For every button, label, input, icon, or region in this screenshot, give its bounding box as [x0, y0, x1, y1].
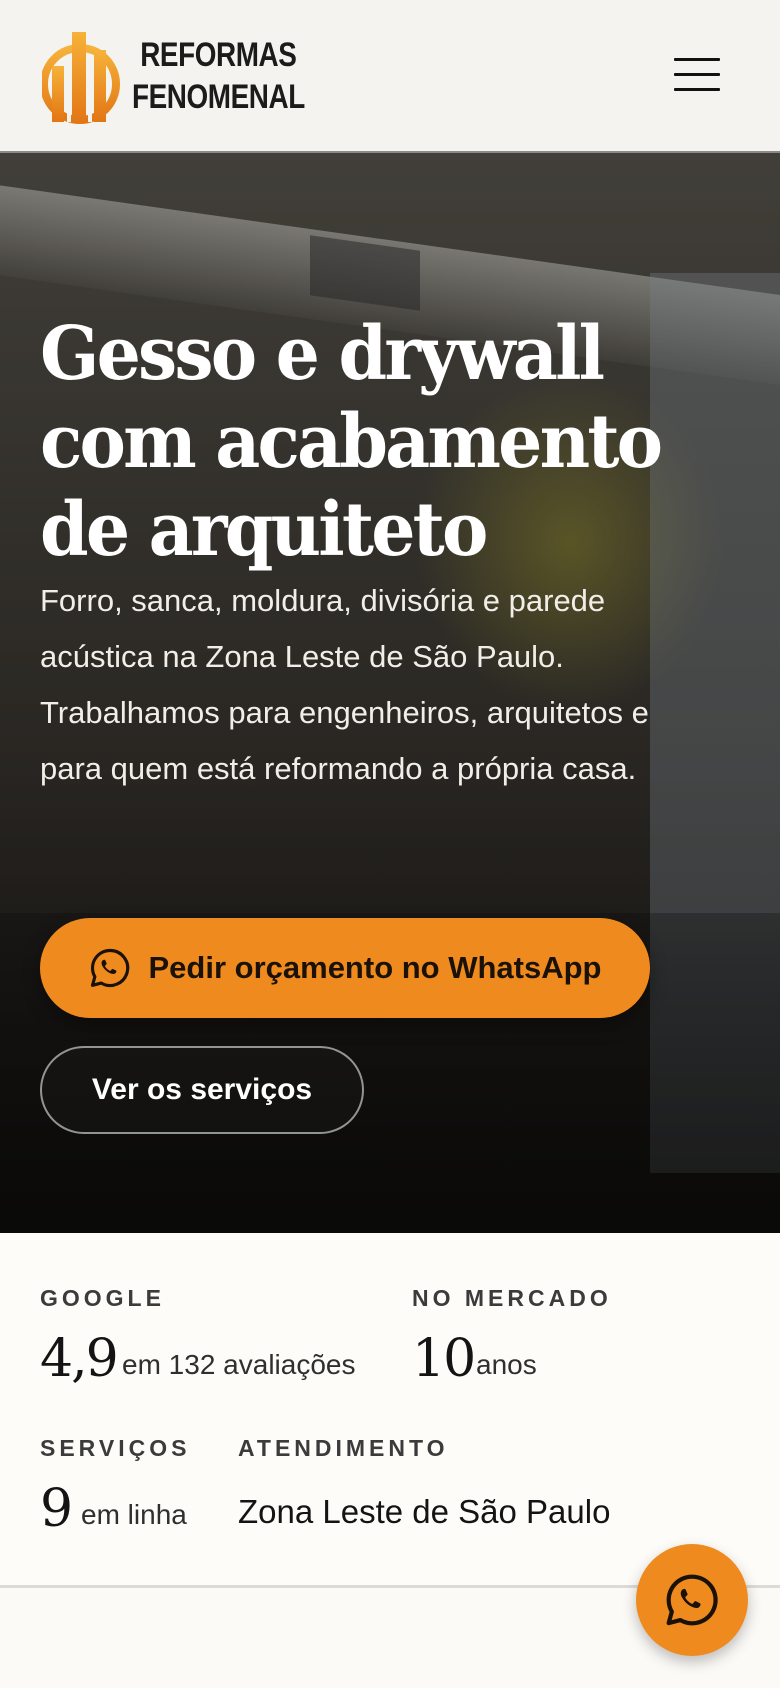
stats-section: GOOGLE 4,9 em 132 avaliações NO MERCADO …: [0, 1233, 780, 1588]
stat-area-label: ATENDIMENTO: [238, 1435, 449, 1461]
whatsapp-quote-button-label: Pedir orçamento no WhatsApp: [148, 950, 602, 985]
brand-name: REFORMAS FENOMENAL: [132, 34, 343, 118]
site-header: REFORMAS FENOMENAL: [0, 0, 780, 153]
whatsapp-icon: [90, 948, 129, 988]
whatsapp-icon: [666, 1574, 718, 1626]
stat-services-suffix: em linha: [81, 1499, 187, 1530]
stat-services-value: 9: [40, 1479, 73, 1539]
stat-services-label: SERVIÇOS: [40, 1435, 191, 1461]
hero-subtitle: Forro, sanca, moldura, divisória e pared…: [40, 583, 649, 786]
brand-logo[interactable]: REFORMAS FENOMENAL: [42, 26, 305, 126]
stat-area-value: Zona Leste de São Paulo: [238, 1493, 611, 1530]
brand-name-line2: FENOMENAL: [132, 78, 305, 116]
stat-google-value: 4,9: [40, 1329, 119, 1389]
stat-google-label: GOOGLE: [40, 1285, 165, 1311]
stat-market-label: NO MERCADO: [412, 1285, 612, 1311]
stat-market-suffix: anos: [476, 1349, 537, 1380]
hero-title-line: de arquiteto: [40, 487, 488, 573]
view-services-button[interactable]: Ver os serviços: [40, 1046, 364, 1134]
brand-name-line1: REFORMAS: [140, 36, 297, 74]
hero-title-line: Gesso e drywall: [40, 311, 605, 397]
stat-google-suffix: em 132 avaliações: [122, 1349, 356, 1380]
hero-title: Gesso e drywall com acabamento de arquit…: [40, 310, 740, 574]
hero-section: Gesso e drywall com acabamento de arquit…: [0, 153, 780, 1233]
view-services-button-label: Ver os serviços: [91, 1073, 313, 1106]
stat-market-value: 10: [412, 1329, 476, 1389]
building-logo-icon: [42, 32, 120, 124]
whatsapp-quote-button[interactable]: Pedir orçamento no WhatsApp: [40, 918, 650, 1018]
hero-title-line: com acabamento: [40, 399, 663, 485]
hamburger-menu-icon[interactable]: [674, 58, 720, 94]
floating-whatsapp-button[interactable]: [636, 1544, 748, 1656]
